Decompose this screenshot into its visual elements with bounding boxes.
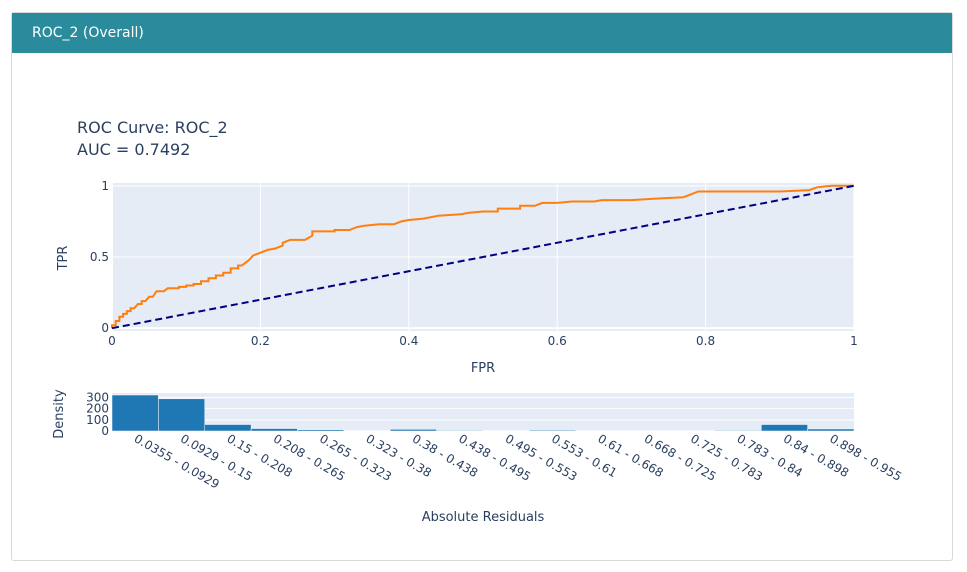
roc-x-tick-label: 0.2: [251, 334, 270, 348]
roc-x-tick-label: 1: [850, 334, 858, 348]
histogram-bar: [714, 430, 762, 432]
roc-x-tick-label: 0.6: [548, 334, 567, 348]
chart-title: ROC Curve: ROC_2: [77, 118, 228, 138]
histogram-bar: [297, 429, 345, 432]
histogram-bar: [111, 394, 159, 432]
histogram-bar: [529, 429, 576, 432]
chart-subtitle: AUC = 0.7492: [77, 140, 190, 159]
roc-y-tick-label: 1: [101, 179, 109, 193]
roc-x-tick-label: 0: [108, 334, 116, 348]
roc-chart: ROC Curve: ROC_2 AUC = 0.7492 0 0.2 0.4 0.6…: [52, 118, 904, 525]
roc-x-axis-label: FPR: [471, 361, 495, 376]
histogram-bar: [807, 428, 855, 432]
roc-x-tick-label: 0.4: [399, 334, 418, 348]
roc-plot-area[interactable]: 0 0.2 0.4 0.6 0.8 1 0 0.5 1: [90, 179, 858, 348]
histogram-bar: [436, 430, 484, 432]
histogram-y-axis-label: Density: [52, 389, 67, 439]
roc-y-tick-label: 0.5: [90, 250, 109, 264]
histogram-bar: [761, 424, 808, 432]
roc-y-axis-label: TPR: [56, 246, 71, 272]
histogram-x-axis-label: Absolute Residuals: [422, 510, 545, 525]
histogram-bar: [390, 429, 437, 432]
roc-x-tick-label: 0.8: [696, 334, 715, 348]
histogram-bar: [250, 428, 298, 432]
histogram-plot-area[interactable]: 01002003000.0355 - 0.09290.0929 - 0.150.…: [86, 390, 904, 491]
histogram-x-tick-label: 0.0355 - 0.0929: [132, 431, 222, 491]
histogram-y-tick-label: 300: [86, 390, 109, 404]
histogram-bar: [204, 424, 252, 432]
histogram-bar: [158, 398, 205, 432]
roc-y-tick-label: 0: [101, 321, 109, 335]
